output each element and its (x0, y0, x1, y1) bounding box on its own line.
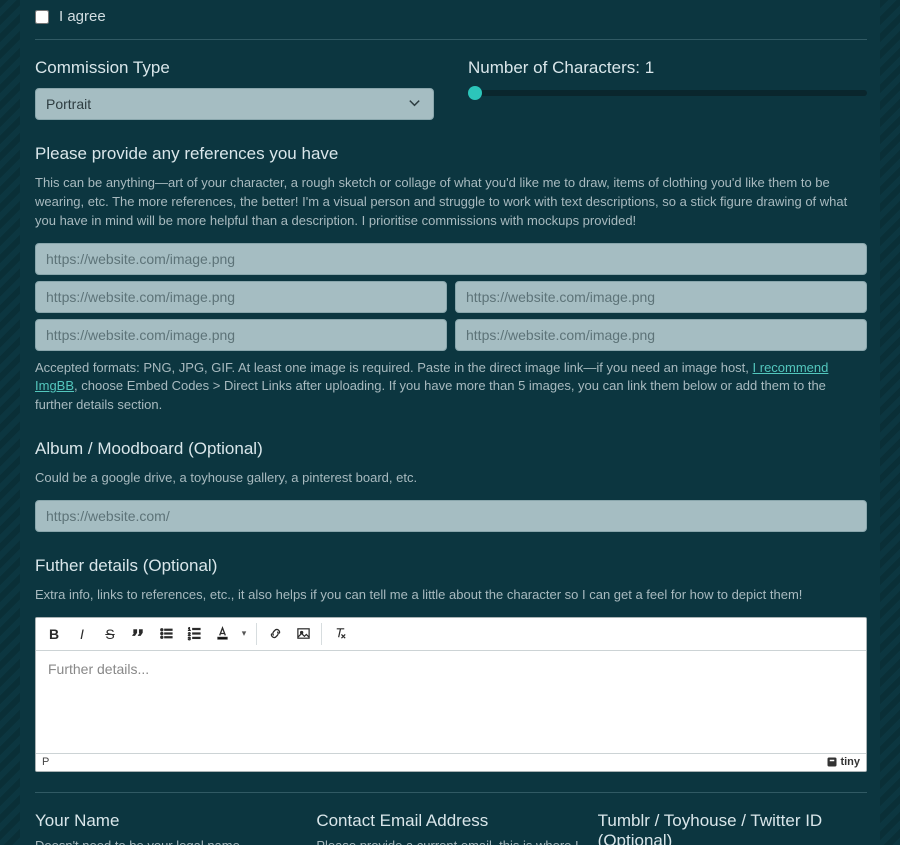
agree-checkbox[interactable] (35, 10, 49, 24)
reference-input-5[interactable] (455, 319, 867, 351)
commission-type-heading: Commission Type (35, 58, 434, 78)
reference-input-3[interactable] (455, 281, 867, 313)
email-helper: Please provide a current email, this is … (316, 837, 585, 845)
agree-row: I agree (35, 0, 867, 40)
name-heading: Your Name (35, 811, 304, 831)
rich-text-editor: B I S 123 ▾ (35, 617, 867, 772)
text-color-dropdown[interactable]: ▾ (236, 621, 252, 647)
social-col: Tumblr / Toyhouse / Twitter ID (Optional… (598, 811, 867, 845)
toolbar-separator (256, 623, 257, 645)
editor-toolbar: B I S 123 ▾ (36, 618, 866, 651)
strikethrough-button[interactable]: S (96, 621, 124, 647)
editor-textarea[interactable]: Further details... (36, 651, 866, 753)
references-note: Accepted formats: PNG, JPG, GIF. At leas… (35, 359, 867, 416)
characters-slider[interactable] (468, 90, 867, 96)
album-input[interactable] (35, 500, 867, 532)
name-col: Your Name Doesn't need to be your legal … (35, 811, 304, 845)
clear-format-button[interactable] (326, 621, 354, 647)
image-button[interactable] (289, 621, 317, 647)
commission-type-select[interactable]: Portrait (35, 88, 434, 120)
number-list-button[interactable]: 123 (180, 621, 208, 647)
reference-input-2[interactable] (35, 281, 447, 313)
references-block: Please provide any references you have T… (35, 144, 867, 415)
email-col: Contact Email Address Please provide a c… (316, 811, 585, 845)
editor-path: P (42, 756, 49, 768)
bold-button[interactable]: B (40, 621, 68, 647)
name-helper: Doesn't need to be your legal name (35, 837, 304, 845)
agree-label: I agree (59, 8, 106, 25)
details-heading: Futher details (Optional) (35, 556, 867, 576)
characters-heading: Number of Characters: 1 (468, 58, 867, 78)
text-color-button[interactable] (208, 621, 236, 647)
references-heading: Please provide any references you have (35, 144, 867, 164)
album-block: Album / Moodboard (Optional) Could be a … (35, 439, 867, 532)
toolbar-separator-2 (321, 623, 322, 645)
divider (35, 792, 867, 793)
album-helper: Could be a google drive, a toyhouse gall… (35, 469, 867, 488)
characters-col: Number of Characters: 1 (468, 58, 867, 120)
details-helper: Extra info, links to references, etc., i… (35, 586, 867, 605)
album-heading: Album / Moodboard (Optional) (35, 439, 867, 459)
commission-type-col: Commission Type Portrait (35, 58, 434, 120)
email-heading: Contact Email Address (316, 811, 585, 831)
svg-text:3: 3 (187, 636, 190, 641)
quote-button[interactable] (124, 621, 152, 647)
reference-input-1[interactable] (35, 243, 867, 275)
link-button[interactable] (261, 621, 289, 647)
references-helper: This can be anything—art of your charact… (35, 174, 867, 231)
bullet-list-button[interactable] (152, 621, 180, 647)
details-block: Futher details (Optional) Extra info, li… (35, 556, 867, 772)
slider-thumb[interactable] (468, 86, 482, 100)
reference-input-4[interactable] (35, 319, 447, 351)
tiny-logo: tiny (826, 756, 860, 768)
italic-button[interactable]: I (68, 621, 96, 647)
social-heading: Tumblr / Toyhouse / Twitter ID (Optional… (598, 811, 867, 845)
